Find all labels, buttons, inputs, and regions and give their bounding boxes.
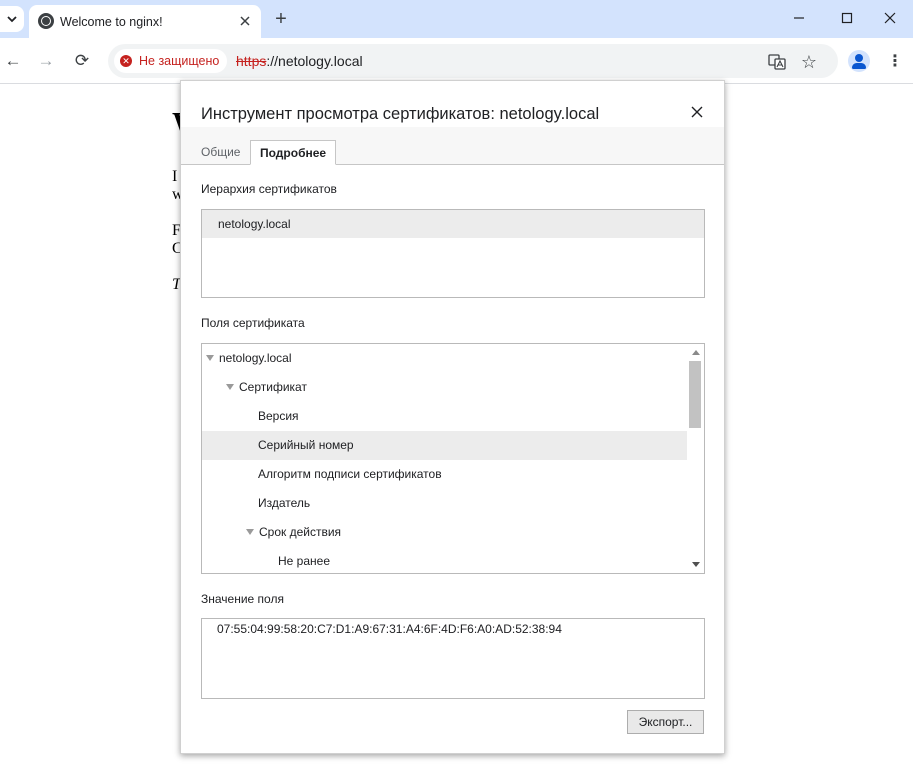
address-bar[interactable]: ✕ Не защищено https://netology.local ☆ bbox=[108, 44, 838, 78]
tree-item-label: Алгоритм подписи сертификатов bbox=[258, 467, 442, 481]
translate-button[interactable] bbox=[766, 51, 788, 73]
tab-title: Welcome to nginx! bbox=[60, 15, 163, 29]
tree-item-validity[interactable]: Срок действия bbox=[202, 518, 687, 547]
maximize-icon bbox=[841, 12, 853, 24]
reload-button[interactable]: ⟳ bbox=[69, 48, 95, 74]
tree-item-label: netology.local bbox=[219, 351, 292, 365]
scrollbar-thumb[interactable] bbox=[689, 361, 701, 428]
tree-item-serial-number[interactable]: Серийный номер bbox=[202, 431, 687, 460]
url-text[interactable]: https://netology.local bbox=[236, 53, 363, 69]
close-icon bbox=[884, 12, 896, 24]
value-label: Значение поля bbox=[201, 592, 284, 606]
maximize-button[interactable] bbox=[824, 0, 870, 36]
tree-item-issuer[interactable]: Издатель bbox=[202, 489, 687, 518]
tree-item-not-before[interactable]: Не ранее bbox=[202, 547, 687, 573]
tree-item-label: Серийный номер bbox=[258, 438, 354, 452]
fields-label: Поля сертификата bbox=[201, 316, 305, 330]
expand-triangle-icon[interactable] bbox=[206, 355, 214, 361]
scroll-down-arrow-icon[interactable] bbox=[692, 562, 700, 567]
hierarchy-list[interactable]: netology.local bbox=[201, 209, 705, 298]
url-scheme: https bbox=[236, 53, 267, 69]
fields-tree[interactable]: netology.local Сертификат Версия Серийны… bbox=[201, 343, 705, 574]
forward-button[interactable]: → bbox=[33, 48, 59, 74]
browser-menu-button[interactable]: ⋮ bbox=[884, 50, 906, 72]
tree-item-label: Не ранее bbox=[278, 554, 330, 568]
bookmark-button[interactable]: ☆ bbox=[798, 51, 820, 73]
tab-general[interactable]: Общие bbox=[192, 140, 249, 165]
expand-triangle-icon[interactable] bbox=[246, 529, 254, 535]
translate-icon bbox=[768, 54, 786, 70]
tree-item-label: Срок действия bbox=[259, 525, 342, 539]
tree-item-label: Сертификат bbox=[239, 380, 307, 394]
tree-item-signature-algorithm[interactable]: Алгоритм подписи сертификатов bbox=[202, 460, 687, 489]
tree-item-label: Версия bbox=[258, 409, 299, 423]
tab-details[interactable]: Подробнее bbox=[250, 140, 337, 165]
scroll-up-arrow-icon[interactable] bbox=[692, 350, 700, 355]
reload-icon: ⟳ bbox=[74, 51, 90, 70]
close-icon bbox=[240, 16, 250, 26]
tree-item-netology[interactable]: netology.local bbox=[202, 344, 687, 373]
hierarchy-label: Иерархия сертификатов bbox=[201, 182, 337, 196]
arrow-left-icon: ← bbox=[4, 51, 22, 70]
field-value-text: 07:55:04:99:58:20:C7:D1:A9:67:31:A4:6F:4… bbox=[217, 622, 562, 636]
globe-icon bbox=[38, 13, 54, 29]
tab-strip: Welcome to nginx! + bbox=[0, 0, 913, 38]
fields-scrollbar[interactable] bbox=[688, 344, 704, 573]
profile-avatar[interactable] bbox=[848, 50, 870, 72]
page-line-1: I bbox=[172, 168, 178, 185]
minimize-icon bbox=[794, 17, 804, 19]
dialog-title: Инструмент просмотра сертификатов: netol… bbox=[201, 105, 600, 123]
back-button[interactable]: ← bbox=[0, 48, 26, 74]
url-host: ://netology.local bbox=[266, 53, 363, 69]
chevron-down-icon bbox=[7, 16, 17, 23]
browser-toolbar: ← → ⟳ ✕ Не защищено https://netology.loc… bbox=[0, 38, 913, 84]
new-tab-button[interactable]: + bbox=[270, 8, 292, 30]
minimize-button[interactable] bbox=[776, 0, 822, 36]
dialog-close-button[interactable] bbox=[687, 103, 707, 123]
more-vert-icon: ⋮ bbox=[887, 53, 903, 70]
close-icon bbox=[691, 106, 703, 118]
tab-close-button[interactable] bbox=[235, 11, 255, 31]
tree-item-version[interactable]: Версия bbox=[202, 402, 687, 431]
dialog-tabs: Общие Подробнее bbox=[181, 127, 724, 165]
window-close-button[interactable] bbox=[867, 0, 913, 36]
hierarchy-item[interactable]: netology.local bbox=[202, 210, 704, 238]
tree-item-certificate[interactable]: Сертификат bbox=[202, 373, 687, 402]
error-icon: ✕ bbox=[120, 55, 132, 67]
tab-search-button[interactable] bbox=[0, 6, 24, 32]
browser-tab[interactable]: Welcome to nginx! bbox=[29, 5, 261, 38]
expand-triangle-icon[interactable] bbox=[226, 384, 234, 390]
export-button[interactable]: Экспорт... bbox=[627, 710, 704, 734]
arrow-right-icon: → bbox=[37, 51, 55, 70]
certificate-viewer-dialog: Инструмент просмотра сертификатов: netol… bbox=[180, 80, 725, 754]
security-label: Не защищено bbox=[139, 54, 220, 68]
tree-item-label: Издатель bbox=[258, 496, 311, 510]
field-value-box[interactable]: 07:55:04:99:58:20:C7:D1:A9:67:31:A4:6F:4… bbox=[201, 618, 705, 699]
security-chip[interactable]: ✕ Не защищено bbox=[114, 49, 228, 73]
star-icon: ☆ bbox=[800, 51, 818, 72]
